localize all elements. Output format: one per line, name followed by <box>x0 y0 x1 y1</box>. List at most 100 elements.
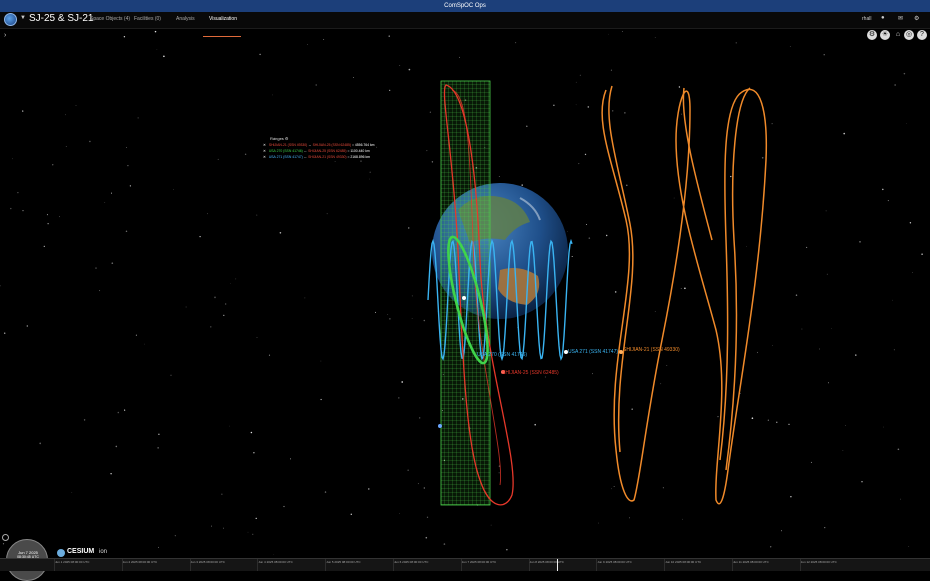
star <box>315 84 317 86</box>
star <box>320 360 322 362</box>
timeline[interactable]: Jun 1 2025 08:00:00 UTC Jun 2 2025 08:00:… <box>0 558 930 571</box>
star <box>631 408 633 411</box>
star <box>217 158 219 160</box>
usa270-marker[interactable] <box>462 296 466 300</box>
star <box>806 246 808 248</box>
star <box>39 442 42 445</box>
star <box>156 49 158 50</box>
star <box>352 76 355 79</box>
star <box>411 318 413 319</box>
star <box>170 374 172 376</box>
star <box>673 197 675 199</box>
star <box>824 527 826 529</box>
star <box>214 296 216 299</box>
timeline-tick-label: Jun 2 2025 08:00:00 UTC <box>122 560 158 564</box>
star <box>123 36 126 38</box>
star <box>585 224 587 226</box>
star <box>498 176 500 177</box>
ranges-settings-icon[interactable]: ⚙ <box>285 136 289 141</box>
star <box>771 123 773 125</box>
star <box>567 231 568 232</box>
star <box>801 328 803 330</box>
shijian25-label[interactable]: SHIJIAN-25 (SSN 62485) <box>502 370 559 376</box>
star <box>225 303 227 305</box>
star <box>163 55 165 58</box>
timeline-cursor[interactable] <box>557 559 558 571</box>
star <box>776 421 778 423</box>
star <box>125 230 128 233</box>
star <box>324 491 327 493</box>
scene-3d-view[interactable] <box>0 0 930 570</box>
close-icon[interactable]: ✕ <box>263 149 266 153</box>
star <box>772 345 773 346</box>
star <box>399 512 400 514</box>
star <box>751 417 754 420</box>
star <box>498 472 500 474</box>
range-from: USA 270 (SSN 41746) <box>268 149 303 153</box>
star <box>730 175 732 178</box>
star <box>553 104 555 106</box>
star <box>897 448 900 451</box>
star <box>273 554 275 555</box>
star <box>882 188 884 191</box>
timeline-tick-label: Jun 9 2025 08:00:00 UTC <box>597 560 632 564</box>
star <box>526 125 528 127</box>
star <box>678 86 681 88</box>
star <box>912 272 913 273</box>
star <box>579 74 581 76</box>
usa271-label[interactable]: USA 271 (SSN 41747) <box>568 349 618 355</box>
star <box>173 189 174 190</box>
star <box>795 294 798 296</box>
close-icon[interactable]: ✕ <box>263 143 266 147</box>
star <box>125 146 128 149</box>
star <box>22 110 24 112</box>
star <box>790 495 792 498</box>
star <box>408 227 410 229</box>
star <box>3 332 6 334</box>
cesium-suffix: ion <box>99 549 108 555</box>
timeline-tick-label: Jun 7 2025 08:00:00 UTC <box>461 560 497 564</box>
clock-settings-icon[interactable] <box>2 534 9 541</box>
star <box>127 164 129 167</box>
star <box>681 113 682 115</box>
star <box>842 450 844 451</box>
star <box>137 117 139 119</box>
close-icon[interactable]: ✕ <box>263 155 266 159</box>
star <box>423 319 426 322</box>
star <box>111 262 114 265</box>
star <box>289 458 292 460</box>
star <box>425 536 428 539</box>
star <box>746 246 747 247</box>
star <box>419 417 421 419</box>
star <box>95 267 97 269</box>
star <box>903 72 906 75</box>
star <box>389 318 391 320</box>
star <box>490 524 492 526</box>
star <box>610 69 612 71</box>
star <box>827 382 829 384</box>
star <box>608 33 609 35</box>
ground-object-marker[interactable] <box>438 424 442 428</box>
star <box>883 30 884 32</box>
timeline-tick-label: Jun 6 2025 08:00:00 UTC <box>394 560 429 564</box>
star <box>22 210 24 212</box>
usa270-label[interactable]: USA 270 (SSN 41746) <box>477 352 527 358</box>
star <box>360 160 362 162</box>
star <box>909 222 912 224</box>
star <box>223 527 224 529</box>
star <box>588 237 591 239</box>
shijian21-orbit-path[interactable] <box>601 85 768 505</box>
timeline-tick-label: Jun 5 2025 08:00:00 UTC <box>326 560 361 564</box>
star <box>124 409 126 411</box>
shijian21-label[interactable]: SHIJIAN-21 (SSN 49330) <box>623 347 680 353</box>
star <box>387 314 389 315</box>
star <box>307 44 308 45</box>
star <box>739 393 741 394</box>
star <box>256 214 258 216</box>
star <box>304 297 306 299</box>
star <box>789 46 791 47</box>
star <box>506 549 508 551</box>
star <box>247 531 249 533</box>
star <box>654 311 656 312</box>
star <box>788 423 790 425</box>
